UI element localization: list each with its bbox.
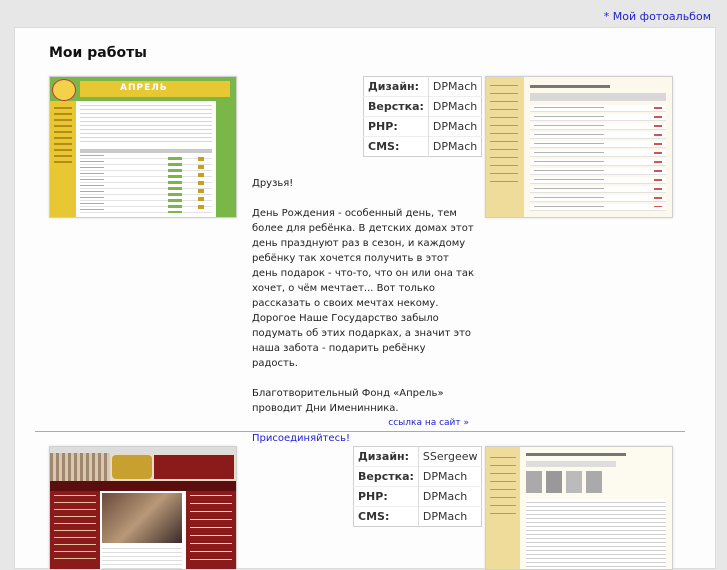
join-link[interactable]: Присоединяйтесь! <box>252 433 350 444</box>
page-title: Мои работы <box>49 45 147 61</box>
description-paragraph: Благотворительный Фонд «Апрель» проводит… <box>252 388 444 414</box>
credit-value: SSergeew <box>422 450 478 463</box>
credit-value: DPMach <box>418 506 482 527</box>
credit-label: CMS: <box>353 506 419 527</box>
credit-label: PHP: <box>353 486 419 507</box>
credit-value: DPMach <box>428 96 482 117</box>
credit-value: DPMach <box>428 136 482 157</box>
work1-banner-text: АПРЕЛЬ <box>120 83 168 93</box>
site-link[interactable]: ссылка на сайт » <box>388 418 469 428</box>
credit-row: Верстка: DPMach <box>363 96 482 117</box>
credit-value: DPMach <box>428 116 482 137</box>
credit-label: Верстка: <box>363 96 429 117</box>
work1-screenshot[interactable]: АПРЕЛЬ <box>49 76 237 218</box>
credit-row: PHP: DPMach <box>363 116 482 137</box>
credit-label: CMS: <box>363 136 429 157</box>
work1-credits-table: Дизайн: DPMach Верстка: DPMach PHP: DPMa… <box>363 76 483 157</box>
credit-row: PHP: DPMach <box>353 486 482 507</box>
credit-label: PHP: <box>363 116 429 137</box>
credit-value: DPMach <box>432 80 478 93</box>
credit-row: Дизайн: SSergeew <box>353 446 482 467</box>
credit-label: Дизайн: <box>353 446 419 467</box>
credit-row: Верстка: DPMach <box>353 466 482 487</box>
photo-album-link[interactable]: * Мой фотоальбом <box>604 10 711 23</box>
credit-label: Дизайн: <box>363 76 429 97</box>
credit-value: DPMach <box>418 486 482 507</box>
description-paragraph: День Рождения - особенный день, тем боле… <box>252 208 474 369</box>
works-page: Мои работы АПРЕЛЬ Дизайн: DPMach Верстка… <box>14 27 716 570</box>
credit-row: CMS: DPMach <box>363 136 482 157</box>
credit-label: Верстка: <box>353 466 419 487</box>
divider <box>35 431 685 432</box>
description-greeting: Друзья! <box>252 178 294 189</box>
work2-admin-screenshot[interactable] <box>485 446 673 570</box>
credit-value: DPMach <box>418 466 482 487</box>
work2-screenshot[interactable] <box>49 446 237 570</box>
work2-credits-table: Дизайн: SSergeew Верстка: DPMach PHP: DP… <box>353 446 483 527</box>
work1-admin-screenshot[interactable] <box>485 76 673 218</box>
credit-row: Дизайн: DPMach <box>363 76 482 97</box>
credit-row: CMS: DPMach <box>353 506 482 527</box>
